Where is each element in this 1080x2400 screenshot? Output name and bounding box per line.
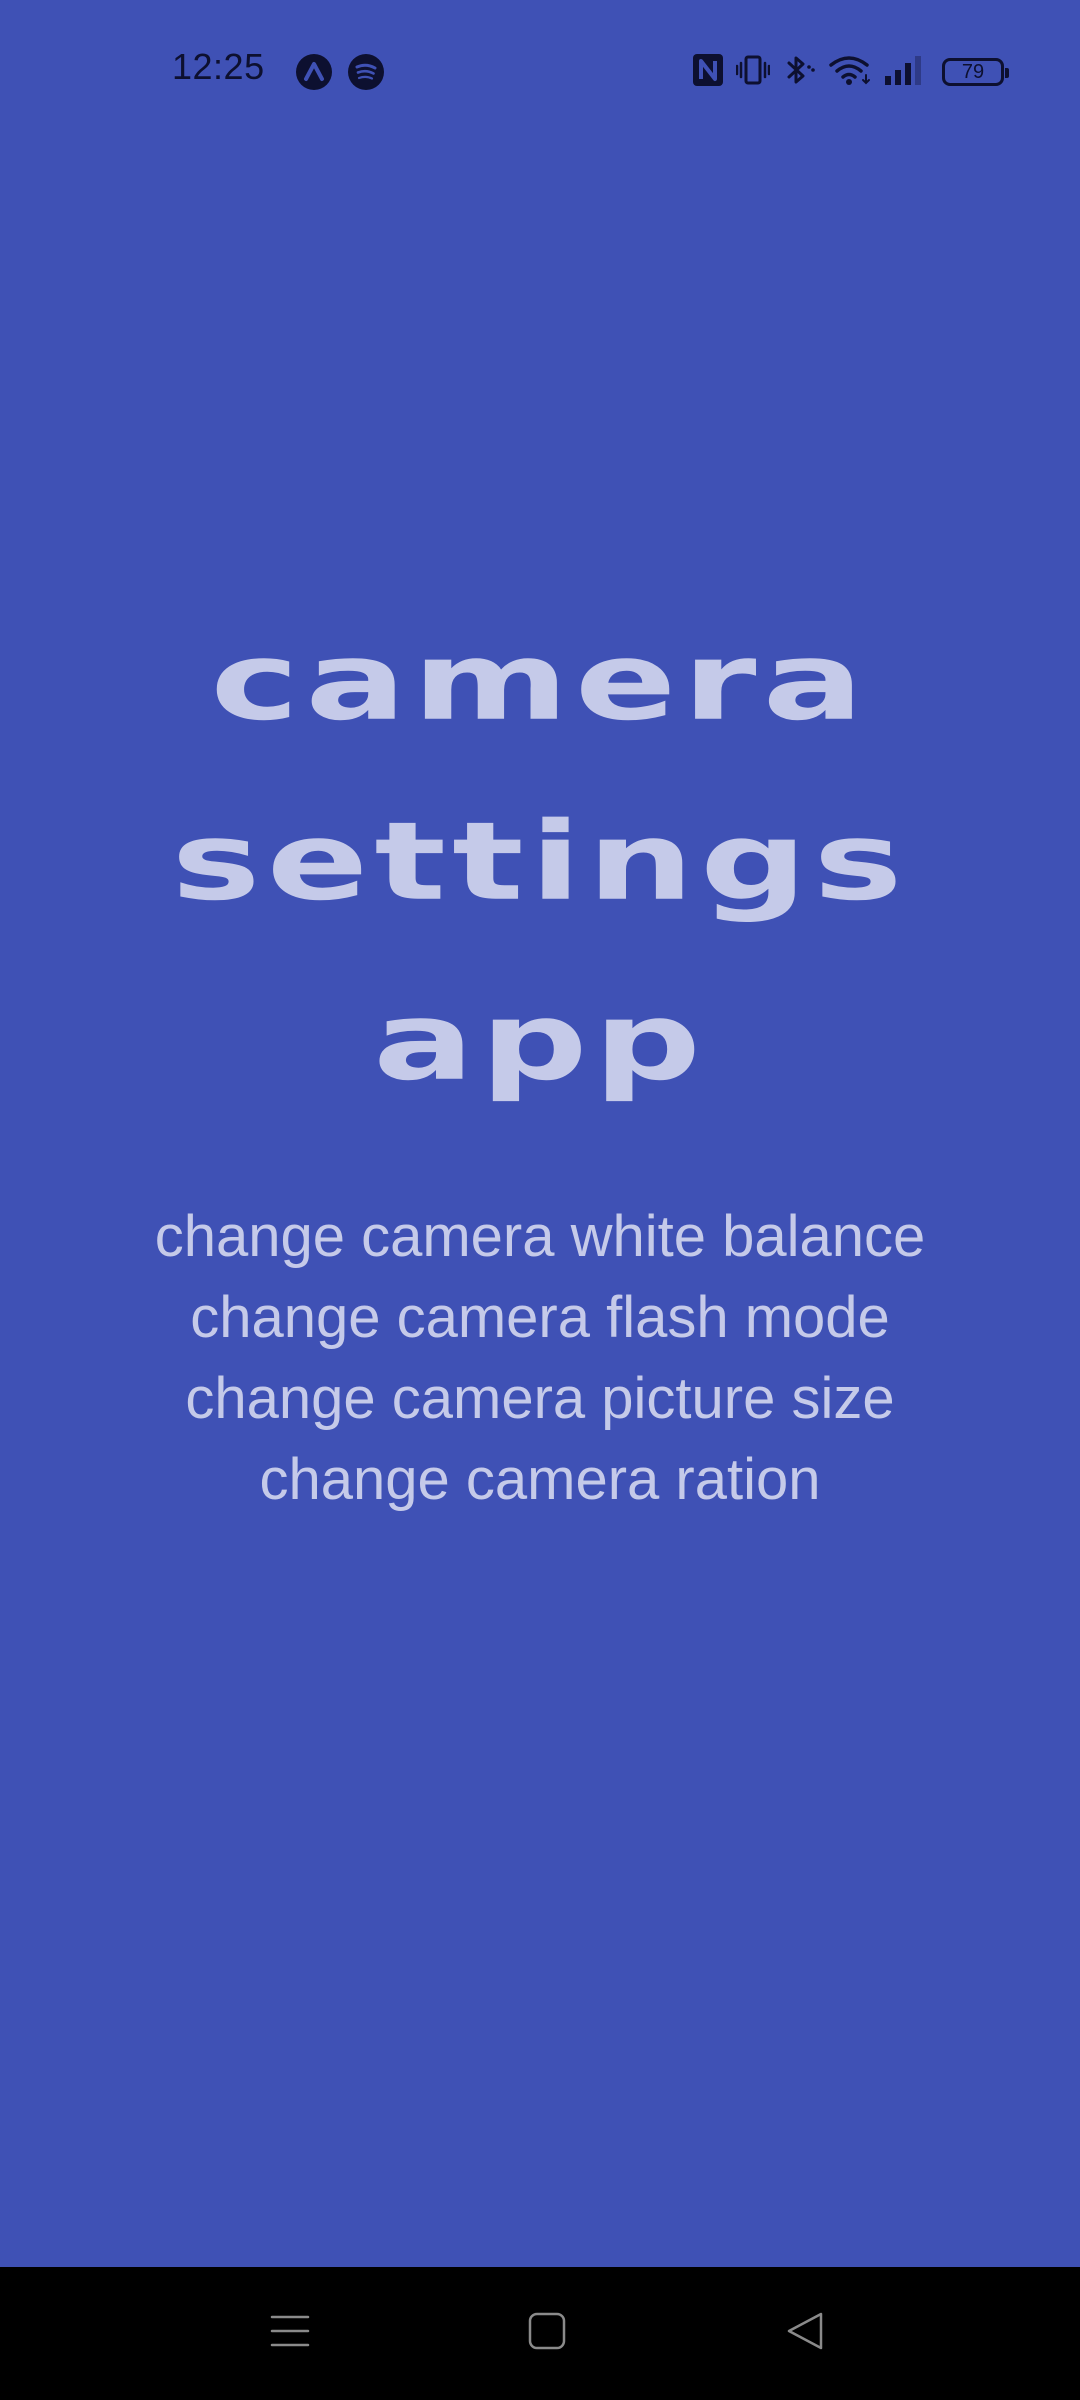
arc-app-icon [295,53,333,91]
status-bar: 12:25 79 [0,0,1080,144]
battery-icon: 79 [942,58,1009,86]
home-icon [528,2312,566,2355]
status-icons: 79 [692,52,1009,92]
battery-level: 79 [961,61,985,83]
recent-apps-button[interactable] [230,2267,350,2400]
feature-item-ration: change camera ration [259,1447,821,1512]
navigation-bar [0,2267,1080,2400]
back-icon [785,2311,825,2356]
feature-item-white-balance: change camera white balance [154,1204,926,1269]
feature-list: change camera white balance change camer… [0,1196,1080,1520]
vibrate-icon [735,54,771,91]
app-screen: 12:25 79 camera settings app change came… [0,0,1080,2400]
bluetooth-icon [782,53,816,92]
title-line: app [373,979,707,1105]
title-line: settings [171,799,909,925]
feature-item-picture-size: change camera picture size [185,1366,895,1431]
spotify-icon [347,53,385,91]
cellular-signal-icon [884,54,926,91]
home-button[interactable] [487,2267,607,2400]
back-button[interactable] [745,2267,865,2400]
app-title: camera settings app [0,592,1080,1132]
nfc-icon [692,53,724,92]
wifi-icon [828,53,872,92]
menu-icon [270,2313,310,2354]
status-time: 12:25 [172,46,265,87]
feature-item-flash-mode: change camera flash mode [190,1285,890,1350]
title-line: camera [210,619,870,745]
